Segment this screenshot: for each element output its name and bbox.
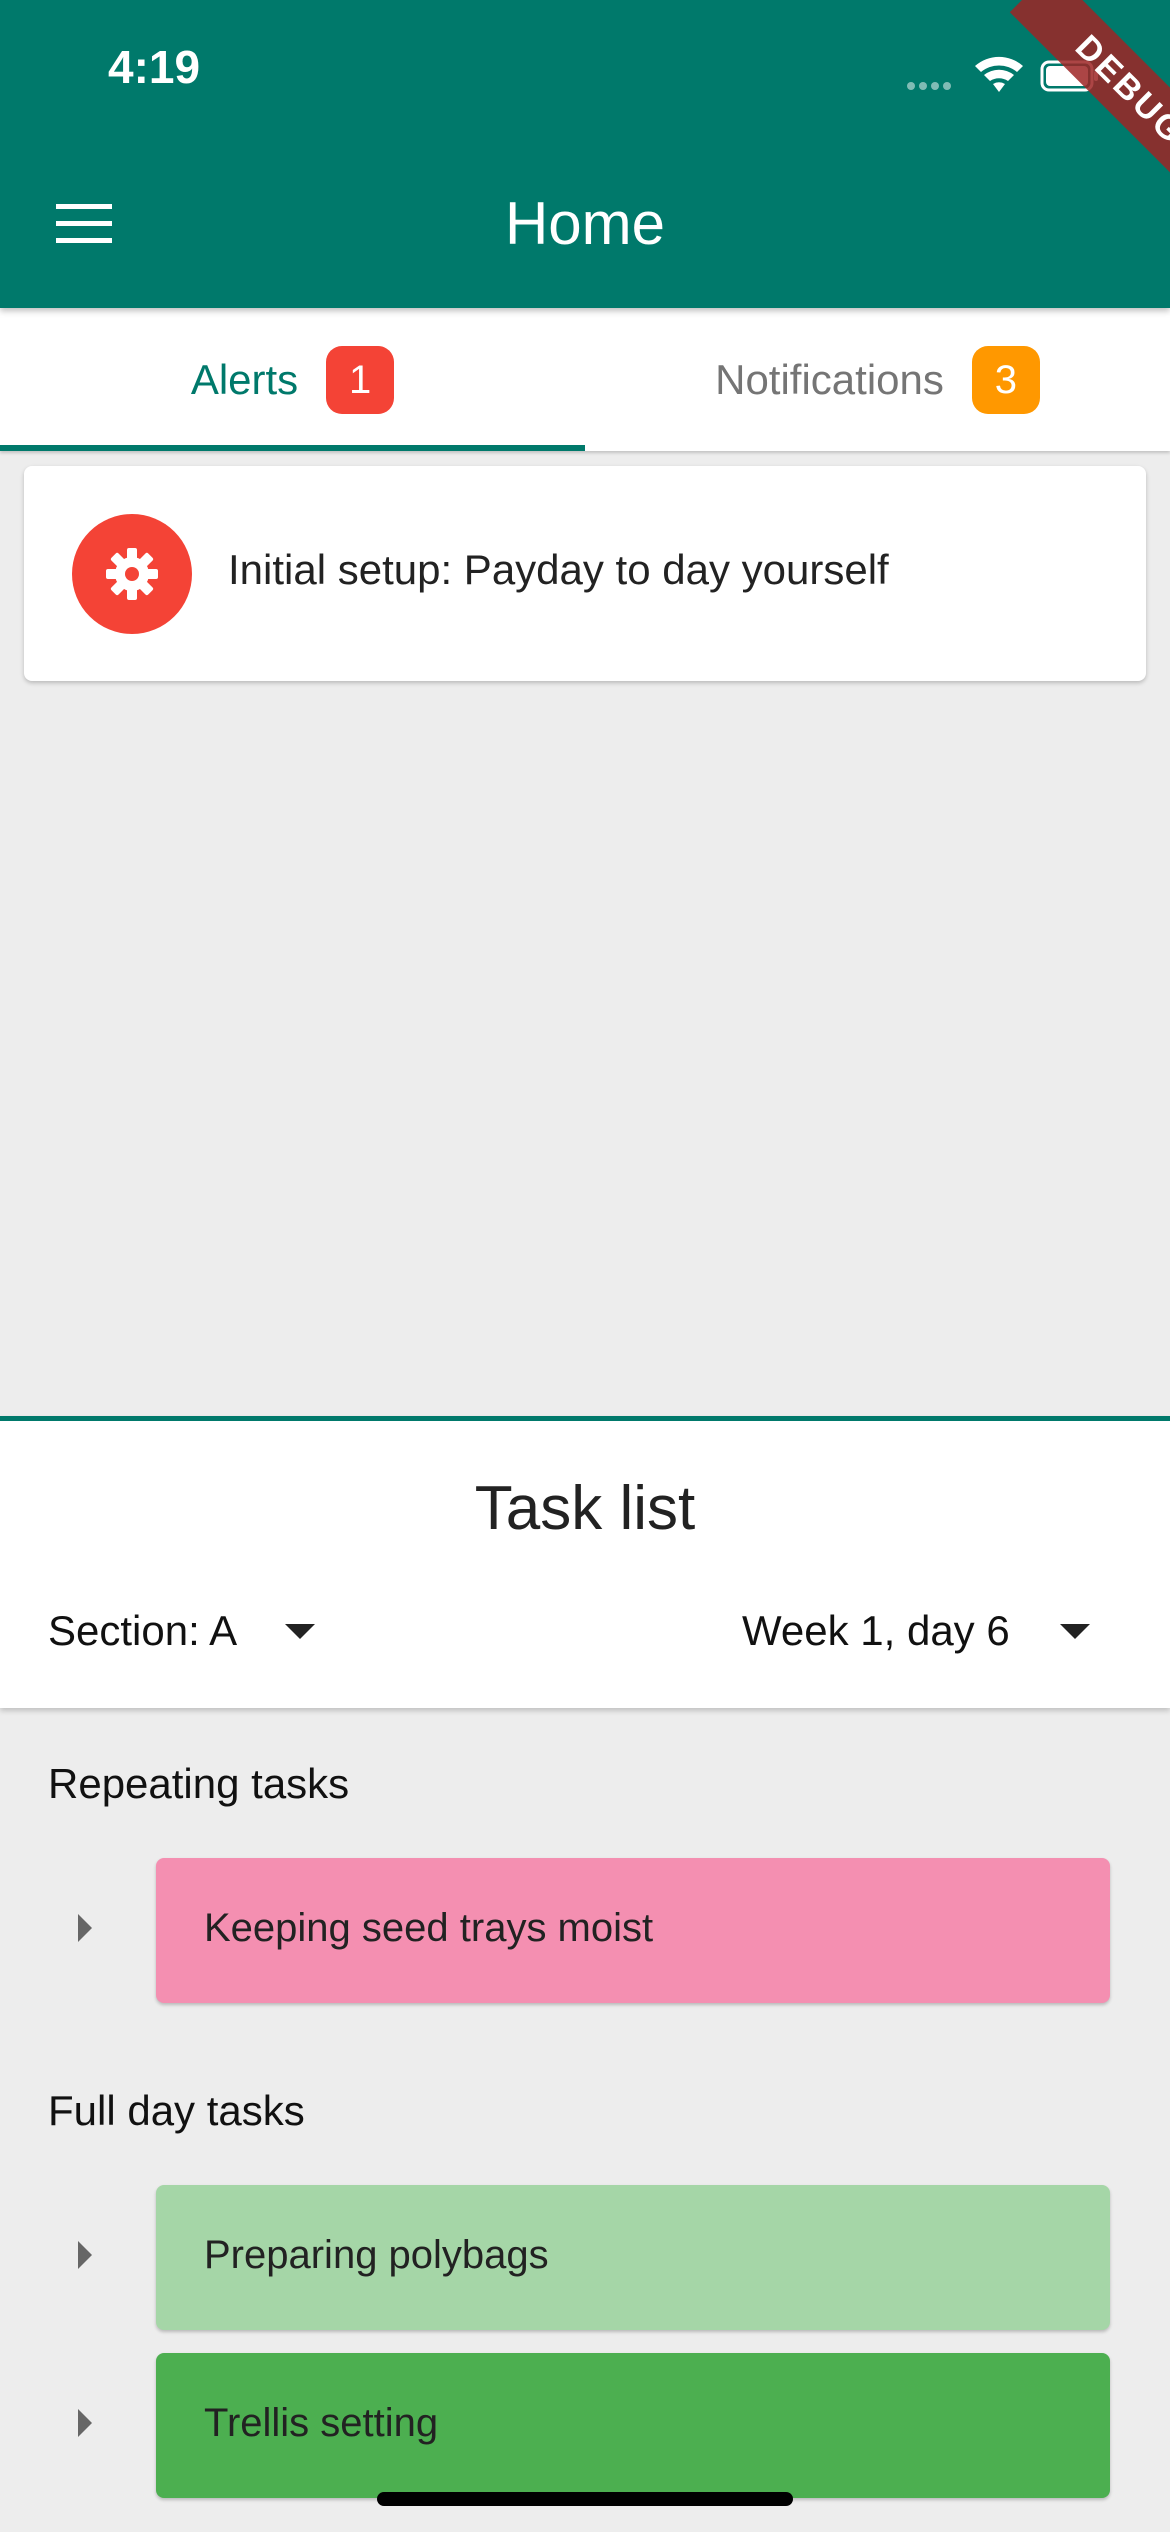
signal-icon <box>907 82 951 90</box>
dropdown-arrow-icon <box>285 1623 316 1639</box>
alert-text: Initial setup: Payday to day yourself <box>228 546 889 593</box>
gear-icon <box>106 548 158 600</box>
notifications-count-badge: 3 <box>971 345 1040 414</box>
status-time: 4:19 <box>108 41 201 93</box>
section-dropdown[interactable]: Section: A <box>48 1591 316 1671</box>
alerts-count-badge: 1 <box>326 345 395 414</box>
section-dropdown-value: Section: A <box>48 1607 238 1654</box>
expand-arrow-icon[interactable] <box>78 2241 92 2269</box>
dropdown-arrow-icon <box>1059 1623 1090 1639</box>
task-label: Preparing polybags <box>204 2233 549 2277</box>
tab-alerts-label: Alerts <box>190 355 299 403</box>
day-dropdown-value: Week 1, day 6 <box>742 1607 1010 1654</box>
tab-notifications[interactable]: Notifications 3 <box>585 308 1170 451</box>
tab-alerts[interactable]: Alerts 1 <box>0 308 585 451</box>
task-row: Keeping seed trays moist <box>0 1858 1170 2003</box>
alert-icon-circle <box>72 514 192 634</box>
tab-notifications-label: Notifications <box>715 355 944 403</box>
home-indicator <box>377 2492 793 2506</box>
alert-card[interactable]: Initial setup: Payday to day yourself <box>24 466 1146 681</box>
task-list-panel: Task list Section: A Week 1, day 6 <box>0 1416 1170 1708</box>
task-row: Trellis setting <box>0 2353 1170 2498</box>
debug-label: DEBUG <box>1009 0 1170 200</box>
expand-arrow-icon[interactable] <box>78 2409 92 2437</box>
task-label: Keeping seed trays moist <box>204 1906 654 1950</box>
tab-bar: Alerts 1 Notifications 3 <box>0 308 1170 451</box>
task-card[interactable]: Preparing polybags <box>156 2185 1110 2330</box>
task-row: Preparing polybags <box>0 2185 1170 2330</box>
debug-banner: DEBUG <box>970 0 1170 200</box>
group-title-full-day: Full day tasks <box>48 2087 305 2134</box>
task-label: Trellis setting <box>204 2401 439 2445</box>
expand-arrow-icon[interactable] <box>78 1914 92 1942</box>
tab-indicator <box>0 445 585 451</box>
task-card[interactable]: Keeping seed trays moist <box>156 1858 1110 2003</box>
task-card[interactable]: Trellis setting <box>156 2353 1110 2498</box>
group-title-repeating: Repeating tasks <box>48 1760 350 1807</box>
task-list-title: Task list <box>474 1474 696 1543</box>
day-dropdown[interactable]: Week 1, day 6 <box>742 1591 1090 1671</box>
